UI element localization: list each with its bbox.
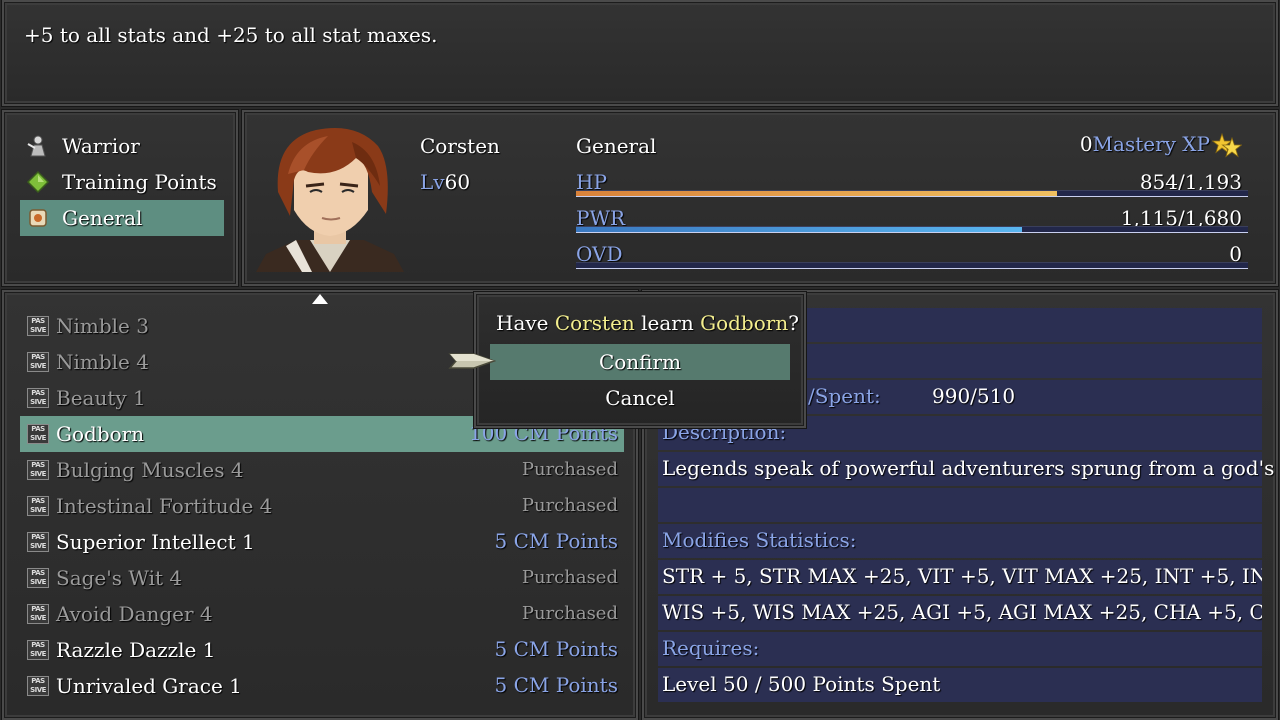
mastery-label: Mastery XP xyxy=(1092,132,1210,156)
skill-status: Purchased xyxy=(521,567,618,588)
dialog-middle: learn xyxy=(634,311,701,335)
category-training-points[interactable]: Training Points xyxy=(20,164,224,200)
skill-name: Bulging Muscles 4 xyxy=(56,458,244,482)
skill-cost: 5 CM Points xyxy=(494,673,619,697)
dialog-question: Have Corsten learn Godborn? xyxy=(496,311,799,335)
stars-icon xyxy=(1212,132,1242,158)
skill-status: Purchased xyxy=(521,459,618,480)
points-value: 990/510 xyxy=(932,384,1016,408)
requires-text: Level 50 / 500 Points Spent xyxy=(662,672,941,696)
mastery-xp: 0Mastery XP xyxy=(1080,132,1210,156)
passive-badge: PAS SIVE xyxy=(27,460,49,480)
requires-label: Requires: xyxy=(662,636,760,660)
skill-name: Superior Intellect 1 xyxy=(56,530,255,554)
green-gem-icon xyxy=(26,170,50,194)
category-warrior[interactable]: Warrior xyxy=(20,128,224,164)
skill-row[interactable]: PAS SIVE Razzle Dazzle 1 5 CM Points xyxy=(20,632,624,668)
skill-row[interactable]: PAS SIVE Unrivaled Grace 1 5 CM Points xyxy=(20,668,624,704)
passive-badge: PAS SIVE xyxy=(27,532,49,552)
help-text: +5 to all stats and +25 to all stat maxe… xyxy=(24,23,438,47)
passive-badge: PAS SIVE xyxy=(27,604,49,624)
skill-name: Avoid Danger 4 xyxy=(56,602,213,626)
skill-name: Intestinal Fortitude 4 xyxy=(56,494,273,518)
actor-name: Corsten xyxy=(420,134,500,158)
pointer-cursor-icon xyxy=(448,353,496,369)
cancel-button[interactable]: Cancel xyxy=(490,380,790,416)
skill-status: Purchased xyxy=(521,495,618,516)
skill-row[interactable]: PAS SIVE Intestinal Fortitude 4 Purchased xyxy=(20,488,624,524)
modifies-line-2: WIS +5, WIS MAX +25, AGI +5, AGI MAX +25… xyxy=(662,600,1262,624)
level-value: 60 xyxy=(444,170,471,194)
actor-portrait xyxy=(256,128,404,272)
skill-row[interactable]: PAS SIVE Superior Intellect 1 5 CM Points xyxy=(20,524,624,560)
scroll-up-arrow-icon[interactable] xyxy=(312,294,328,304)
cancel-label: Cancel xyxy=(605,386,675,410)
actor-class: General xyxy=(576,134,657,158)
skill-name: Nimble 4 xyxy=(56,350,149,374)
warrior-icon xyxy=(27,135,46,157)
skill-name: Razzle Dazzle 1 xyxy=(56,638,216,662)
skill-row[interactable]: PAS SIVE Sage's Wit 4 Purchased xyxy=(20,560,624,596)
points-label: /Spent: xyxy=(808,384,881,408)
dialog-prefix: Have xyxy=(496,311,555,335)
dialog-actor: Corsten xyxy=(554,311,635,335)
category-label: General xyxy=(62,206,143,230)
skill-name: Godborn xyxy=(56,422,145,446)
skill-status: Purchased xyxy=(521,603,618,624)
skill-name: Unrivaled Grace 1 xyxy=(56,674,242,698)
dialog-skill: Godborn xyxy=(700,311,789,335)
skill-row[interactable]: PAS SIVE Avoid Danger 4 Purchased xyxy=(20,596,624,632)
confirm-dialog: Have Corsten learn Godborn? Confirm Canc… xyxy=(474,292,806,428)
passive-badge: PAS SIVE xyxy=(27,424,49,444)
passive-badge: PAS SIVE xyxy=(27,352,49,372)
category-window: Warrior Training Points General xyxy=(2,110,238,286)
actor-level: Lv60 xyxy=(420,170,470,194)
passive-badge: PAS SIVE xyxy=(27,676,49,696)
hp-gauge-fill xyxy=(576,191,1058,196)
scroll-icon xyxy=(29,209,47,227)
ovd-gauge xyxy=(576,262,1248,269)
skill-row[interactable]: PAS SIVE Bulging Muscles 4 Purchased xyxy=(20,452,624,488)
modifies-clip: STR + 5, STR MAX +25, VIT +5, VIT MAX +2… xyxy=(662,564,1262,624)
help-window: +5 to all stats and +25 to all stat maxe… xyxy=(2,0,1278,106)
passive-badge: PAS SIVE xyxy=(27,316,49,336)
passive-badge: PAS SIVE xyxy=(27,640,49,660)
category-general[interactable]: General xyxy=(20,200,224,236)
mastery-value: 0 xyxy=(1079,132,1093,156)
hp-gauge xyxy=(576,190,1248,197)
confirm-label: Confirm xyxy=(598,350,682,374)
skill-cost: 5 CM Points xyxy=(494,529,619,553)
skill-name: Nimble 3 xyxy=(56,314,149,338)
passive-badge: PAS SIVE xyxy=(27,496,49,516)
passive-badge: PAS SIVE xyxy=(27,568,49,588)
pwr-gauge xyxy=(576,226,1248,233)
confirm-button[interactable]: Confirm xyxy=(490,344,790,380)
modifies-label: Modifies Statistics: xyxy=(662,528,857,552)
skill-cost: 5 CM Points xyxy=(494,637,619,661)
modifies-line-1: STR + 5, STR MAX +25, VIT +5, VIT MAX +2… xyxy=(662,564,1262,588)
category-label: Training Points xyxy=(62,170,217,194)
passive-badge: PAS SIVE xyxy=(27,388,49,408)
level-label: Lv xyxy=(420,170,445,194)
detail-band xyxy=(658,488,1262,522)
skill-name: Beauty 1 xyxy=(56,386,146,410)
category-label: Warrior xyxy=(62,134,140,158)
pwr-gauge-fill xyxy=(576,227,1023,232)
skill-name: Sage's Wit 4 xyxy=(56,566,183,590)
dialog-suffix: ? xyxy=(788,311,799,335)
description-text: Legends speak of powerful adventurers sp… xyxy=(662,456,1280,480)
